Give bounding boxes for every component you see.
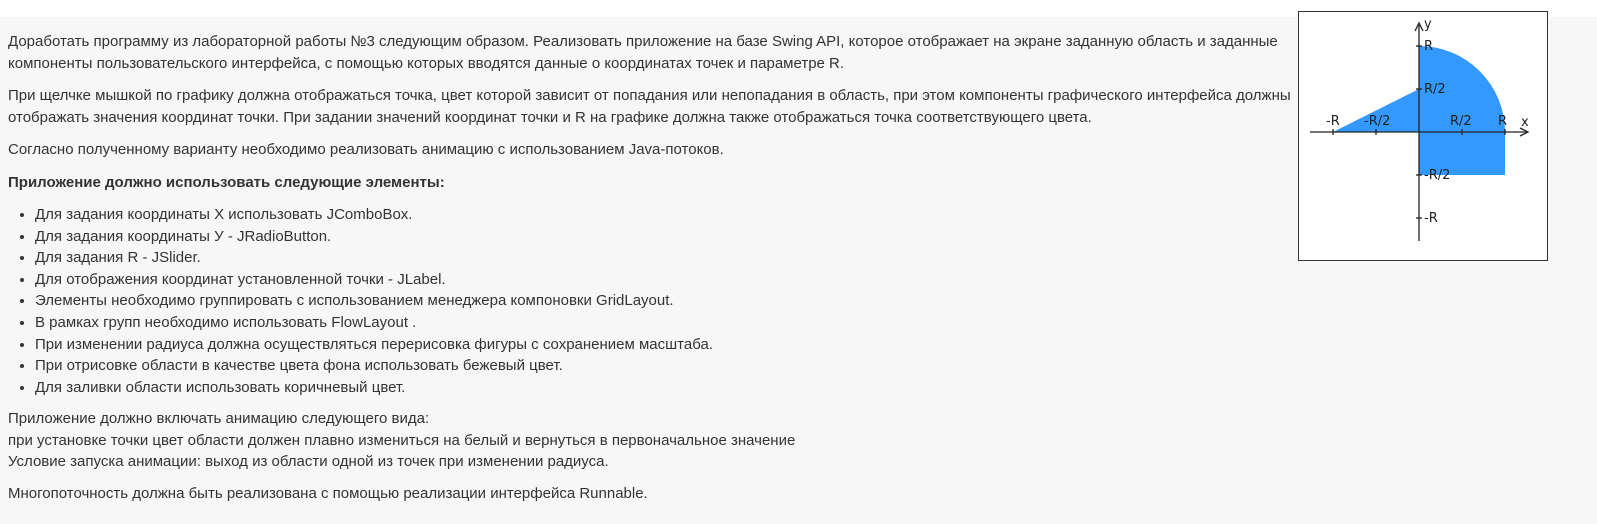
list-item: Для задания координаты У - JRadioButton. — [35, 226, 1298, 248]
list-item: При изменении радиуса должна осуществлят… — [35, 334, 1298, 356]
animation-line-2: при установке точки цвет области должен … — [8, 431, 796, 449]
animation-line-1: Приложение должно включать анимацию след… — [8, 410, 430, 428]
list-item: Элементы необходимо группировать с испол… — [35, 290, 1298, 312]
list-item: Для задания координаты Х использовать JC… — [35, 204, 1298, 226]
y-label-r-half: R/2 — [1424, 82, 1446, 97]
x-label-r: R — [1498, 114, 1507, 129]
animation-intro-paragraph: Согласно полученному варианту необходимо… — [8, 141, 724, 158]
x-label-r-half: R/2 — [1450, 114, 1472, 129]
click-paragraph: При щелчке мышкой по графику должна отоб… — [8, 87, 1291, 126]
x-axis-label: x — [1521, 115, 1529, 130]
elements-list: Для задания координаты Х использовать JC… — [8, 204, 1298, 398]
runnable-paragraph: Многопоточность должна быть реализована … — [8, 484, 648, 502]
list-item: При отрисовке области в качестве цвета ф… — [35, 355, 1298, 377]
list-item: Для отображения координат установленной … — [35, 269, 1298, 291]
task-description: Доработать программу из лабораторной раб… — [8, 31, 1298, 515]
area-figure: x y -R -R/2 R/2 R R R/2 -R/2 -R — [1298, 11, 1548, 261]
elements-heading: Приложение должно использовать следующие… — [8, 173, 445, 191]
animation-line-3: Условие запуска анимации: выход из облас… — [8, 453, 609, 471]
y-axis-label: y — [1424, 17, 1432, 32]
x-label-minus-r-half: -R/2 — [1364, 114, 1390, 129]
animation-description: Приложение должно включать анимацию след… — [8, 408, 1298, 473]
list-item: Для задания R - JSlider. — [35, 247, 1298, 269]
y-label-minus-r: -R — [1424, 211, 1438, 226]
intro-paragraph: Доработать программу из лабораторной раб… — [8, 33, 1278, 72]
list-item: Для заливки области использовать коричне… — [35, 377, 1298, 399]
y-label-r: R — [1424, 39, 1433, 54]
y-label-minus-r-half: -R/2 — [1424, 168, 1450, 183]
list-item: В рамках групп необходимо использовать F… — [35, 312, 1298, 334]
area-graph: x y -R -R/2 R/2 R R R/2 -R/2 -R — [1310, 17, 1530, 241]
x-label-minus-r: -R — [1326, 114, 1340, 129]
